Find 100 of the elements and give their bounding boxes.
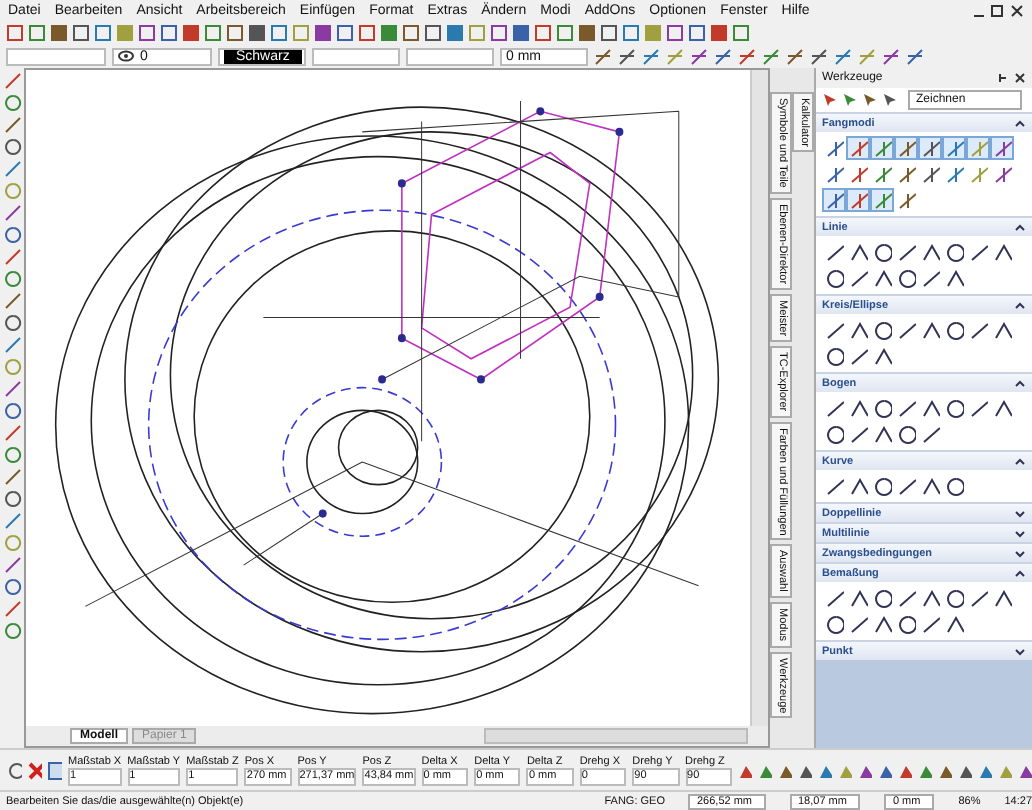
chevron-icon[interactable] <box>1014 299 1026 311</box>
tool-icon[interactable] <box>966 318 990 342</box>
tool-icon[interactable] <box>690 47 708 65</box>
chevron-icon[interactable] <box>1014 117 1026 129</box>
tool-icon[interactable] <box>822 474 846 498</box>
tool-icon[interactable] <box>918 612 942 636</box>
tool-icon[interactable] <box>918 586 942 610</box>
tool-icon[interactable] <box>846 240 870 264</box>
chevron-icon[interactable] <box>1014 455 1026 467</box>
tool-icon[interactable] <box>894 318 918 342</box>
tool-icon[interactable] <box>918 474 942 498</box>
tool-icon[interactable] <box>846 586 870 610</box>
tool-icon[interactable] <box>918 396 942 420</box>
tool-icon[interactable] <box>714 47 732 65</box>
tool-icon[interactable] <box>894 474 918 498</box>
tool-icon[interactable] <box>894 266 918 290</box>
tool-icon[interactable] <box>870 474 894 498</box>
snap-mode-icon[interactable] <box>822 162 846 186</box>
tool-icon[interactable] <box>594 47 612 65</box>
tool-icon[interactable] <box>870 612 894 636</box>
tool-icon[interactable] <box>846 422 870 446</box>
snap-mode-icon[interactable] <box>846 188 870 212</box>
close-icon[interactable] <box>28 761 42 779</box>
snap-mode-icon[interactable] <box>846 136 870 160</box>
snap-mode-icon[interactable] <box>894 188 918 212</box>
tool-icon[interactable] <box>894 586 918 610</box>
tool-icon[interactable] <box>894 612 918 636</box>
snap-mode-icon[interactable] <box>918 136 942 160</box>
snap-mode-icon[interactable] <box>942 136 966 160</box>
snap-mode-icon[interactable] <box>918 162 942 186</box>
tool-icon[interactable] <box>846 474 870 498</box>
tool-icon[interactable] <box>870 344 894 368</box>
snap-mode-icon[interactable] <box>846 162 870 186</box>
tool-icon[interactable] <box>918 318 942 342</box>
tool-icon[interactable] <box>822 612 846 636</box>
snap-mode-icon[interactable] <box>942 162 966 186</box>
tool-icon[interactable] <box>870 318 894 342</box>
tool-icon[interactable] <box>822 344 846 368</box>
tool-icon[interactable] <box>822 318 846 342</box>
tool-icon[interactable] <box>870 240 894 264</box>
tool-icon[interactable] <box>870 266 894 290</box>
chevron-icon[interactable] <box>1014 567 1026 579</box>
snap-mode-icon[interactable] <box>894 162 918 186</box>
tool-icon[interactable] <box>918 266 942 290</box>
tool-icon[interactable] <box>822 266 846 290</box>
tool-icon[interactable] <box>894 396 918 420</box>
chevron-icon[interactable] <box>1014 527 1026 539</box>
tool-icon[interactable] <box>966 240 990 264</box>
tool-icon[interactable] <box>846 344 870 368</box>
window-controls-icon[interactable] <box>972 3 1024 17</box>
tool-icon[interactable] <box>882 47 900 65</box>
horizontal-scrollbar[interactable] <box>484 728 748 744</box>
tool-icon[interactable] <box>846 266 870 290</box>
tool-icon[interactable] <box>822 586 846 610</box>
tool-icon[interactable] <box>942 240 966 264</box>
tool-icon[interactable] <box>8 761 22 779</box>
tool-icon[interactable] <box>990 396 1014 420</box>
snap-mode-icon[interactable] <box>990 136 1014 160</box>
snap-mode-icon[interactable] <box>870 188 894 212</box>
tool-icon[interactable] <box>942 474 966 498</box>
pin-close-icon[interactable] <box>998 72 1026 84</box>
tool-icon[interactable] <box>846 396 870 420</box>
tool-icon[interactable] <box>942 318 966 342</box>
tool-icon[interactable] <box>870 422 894 446</box>
tool-icon[interactable] <box>894 422 918 446</box>
tool-icon[interactable] <box>822 422 846 446</box>
tool-icon[interactable] <box>810 47 828 65</box>
table-icon[interactable] <box>48 761 62 779</box>
snap-mode-icon[interactable] <box>822 188 846 212</box>
snap-mode-icon[interactable] <box>894 136 918 160</box>
tool-icon[interactable] <box>942 266 966 290</box>
tool-icon[interactable] <box>942 612 966 636</box>
snap-mode-icon[interactable] <box>990 162 1014 186</box>
tool-icon[interactable] <box>906 47 924 65</box>
tool-icon[interactable] <box>822 240 846 264</box>
tool-icon[interactable] <box>618 47 636 65</box>
tool-icon[interactable] <box>966 586 990 610</box>
tool-icon[interactable] <box>990 240 1014 264</box>
vertical-scrollbar[interactable] <box>750 70 768 726</box>
chevron-icon[interactable] <box>1014 221 1026 233</box>
tool-icon[interactable] <box>918 240 942 264</box>
tool-icon[interactable] <box>990 318 1014 342</box>
chevron-icon[interactable] <box>1014 645 1026 657</box>
tool-icon[interactable] <box>786 47 804 65</box>
tool-icon[interactable] <box>822 396 846 420</box>
tool-icon[interactable] <box>942 396 966 420</box>
tool-icon[interactable] <box>846 612 870 636</box>
tool-icon[interactable] <box>870 586 894 610</box>
tool-icon[interactable] <box>870 396 894 420</box>
chevron-icon[interactable] <box>1014 547 1026 559</box>
chevron-icon[interactable] <box>1014 377 1026 389</box>
snap-mode-icon[interactable] <box>870 162 894 186</box>
tool-icon[interactable] <box>942 586 966 610</box>
tool-icon[interactable] <box>894 240 918 264</box>
chevron-icon[interactable] <box>1014 507 1026 519</box>
tool-icon[interactable] <box>846 318 870 342</box>
tool-icon[interactable] <box>990 586 1014 610</box>
tool-icon[interactable] <box>918 422 942 446</box>
snap-mode-icon[interactable] <box>822 136 846 160</box>
snap-mode-icon[interactable] <box>870 136 894 160</box>
